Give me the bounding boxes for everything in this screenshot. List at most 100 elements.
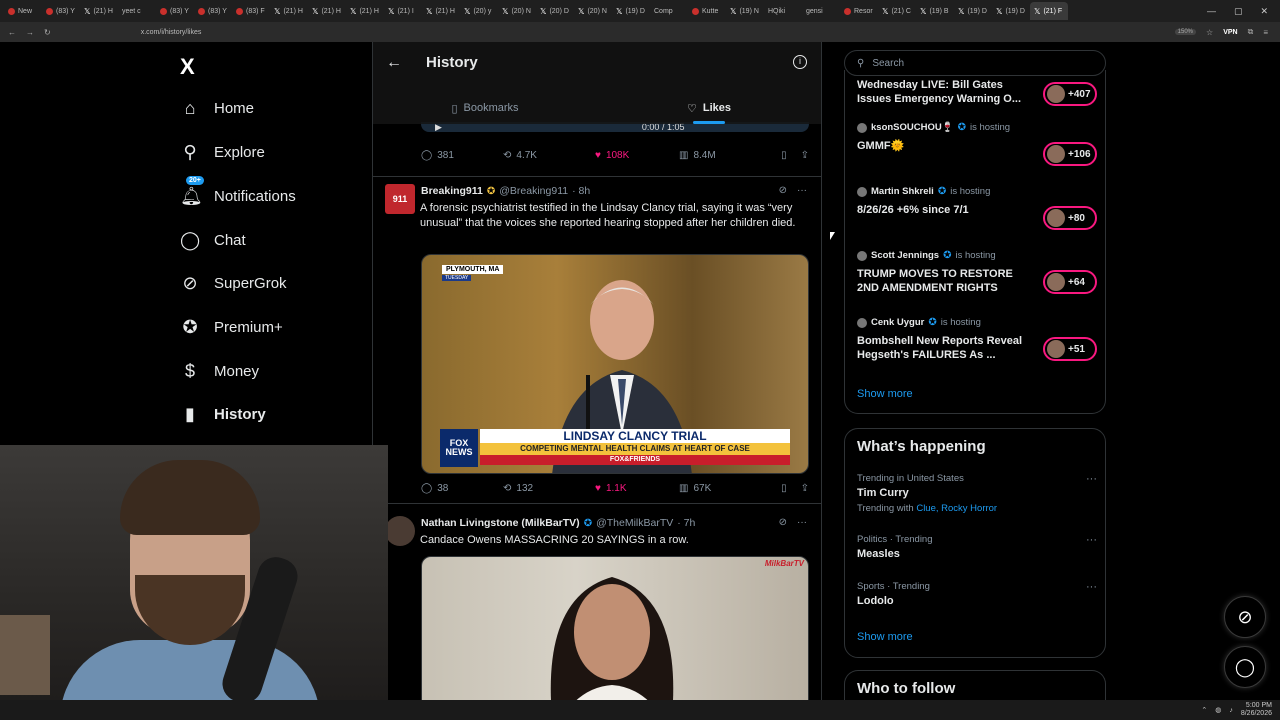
browser-tab[interactable]: 𝕏 (19) N [726,2,764,20]
bookmark-icon[interactable]: ▯ [781,483,787,494]
browser-tab[interactable]: HQiki [764,2,802,20]
url-field[interactable]: x.com/i/history/likes [141,29,202,36]
show-more-link[interactable]: Show more [857,631,913,643]
space-item[interactable]: Scott Jennings ✪ is hosting TRUMP MOVES TO… [857,250,1097,295]
nav-item-chat[interactable]: ◯ Chat [180,230,246,251]
repost-button[interactable]: ⟲ 132 [503,483,595,494]
post-image[interactable]: PLYMOUTH, MA TUESDAY FOX NEWS LINDSAY CL… [421,254,809,474]
back-icon[interactable]: ← [8,28,16,37]
reload-icon[interactable]: ↻ [44,28,51,37]
space-item[interactable]: Cenk Uygur ✪ is hosting Bombshell New Repo… [857,317,1097,362]
trend-related-links[interactable]: Clue, Rocky Horror [916,503,997,514]
like-button[interactable]: ♥ 108K [595,150,679,161]
browser-tab[interactable]: (83) Y [42,2,80,20]
menu-icon[interactable]: ≡ [1263,28,1268,37]
tray-icon[interactable]: ⌃ [1201,706,1207,714]
browser-tab[interactable]: Comp [650,2,688,20]
browser-tab[interactable]: 𝕏 (20) y [460,2,498,20]
browser-tab[interactable]: 𝕏 (19) D [612,2,650,20]
close-icon[interactable]: ✕ [1260,6,1268,17]
browser-tab[interactable]: 𝕏 (21) H [270,2,308,20]
space-listeners[interactable]: +80 [1043,206,1097,230]
browser-tab[interactable]: gensi [802,2,840,20]
nav-item-supergrok[interactable]: ⊘ SuperGrok [180,273,286,294]
space-item[interactable]: ksonSOUCHOU🍷 ✪ is hosting GMMF🌞 +106 [857,122,1097,166]
space-listeners[interactable]: +106 [1043,142,1097,166]
author-name[interactable]: Breaking911 [421,185,483,197]
trend-item[interactable]: Politics · Trending Measles ··· [857,534,1097,560]
browser-tab[interactable]: (83) F [232,2,270,20]
zoom-indicator[interactable]: 150% [1174,29,1197,35]
trend-item[interactable]: Trending in United States Tim Curry Tren… [857,473,1097,514]
show-more-link[interactable]: Show more [857,388,913,400]
space-listeners[interactable]: +64 [1043,270,1097,294]
browser-tab[interactable]: 𝕏 (19) D [992,2,1030,20]
browser-tab[interactable]: New [4,2,42,20]
network-icon[interactable]: ◍ [1215,706,1221,714]
space-item[interactable]: Wednesday LIVE: Bill Gates Issues Emerge… [857,78,1097,106]
space-listeners[interactable]: +407 [1043,82,1097,106]
maximize-icon[interactable]: ▢ [1234,6,1243,17]
browser-tab[interactable]: yeet c [118,2,156,20]
vpn-button[interactable]: VPN [1223,29,1237,36]
reply-button[interactable]: ◯ 381 [421,150,503,161]
share-icon[interactable]: ⇪ [801,483,809,494]
minimize-icon[interactable]: — [1207,6,1216,17]
nav-item-home[interactable]: ⌂ Home [180,98,254,119]
back-arrow-icon[interactable]: ← [386,54,402,72]
nav-item-explore[interactable]: ⚲ Explore [180,142,264,163]
bookmark-star-icon[interactable]: ☆ [1206,28,1213,37]
like-button[interactable]: ♥ 1.1K [595,483,679,494]
browser-tab[interactable]: Resor [840,2,878,20]
grok-button[interactable]: ⊘ [1224,596,1266,638]
avatar[interactable] [385,516,415,546]
grok-icon[interactable]: ⊘ [779,185,787,196]
browser-tab[interactable]: 𝕏 (21) C [878,2,916,20]
space-item[interactable]: Martin Shkreli ✪ is hosting 8/26/26 +6% si… [857,186,1097,230]
forward-icon[interactable]: → [26,28,34,37]
browser-tab[interactable]: (83) Y [194,2,232,20]
tab-likes[interactable]: ♡ Likes [597,94,821,124]
more-icon[interactable]: ··· [1086,473,1097,485]
browser-tab[interactable]: 𝕏 (19) D [954,2,992,20]
tab-bookmarks[interactable]: ▯ Bookmarks [373,94,597,122]
extensions-icon[interactable]: ⧉ [1248,27,1254,37]
views-button[interactable]: ▥ 67K [679,483,771,494]
space-listeners[interactable]: +51 [1043,337,1097,361]
browser-tab[interactable]: 𝕏 (21) H [422,2,460,20]
repost-button[interactable]: ⟲ 4.7K [503,150,595,161]
author-name[interactable]: Nathan Livingstone (MilkBarTV) [421,517,580,529]
browser-tab[interactable]: 𝕏 (21) I [384,2,422,20]
browser-tab[interactable]: 𝕏 (21) H [346,2,384,20]
browser-tab[interactable]: (83) Y [156,2,194,20]
more-icon[interactable]: ··· [797,517,807,528]
clock[interactable]: 5:00 PM 8/26/2026 [1241,702,1272,718]
post[interactable]: Nathan Livingstone (MilkBarTV) ✪ @TheMil… [373,503,821,702]
nav-item-history[interactable]: ▮ History [180,404,266,425]
author-handle[interactable]: @TheMilkBarTV [596,517,673,529]
author-handle[interactable]: @Breaking911 [499,185,568,197]
browser-tab[interactable]: 𝕏 (21) H [80,2,118,20]
browser-tab[interactable]: 𝕏 (20) N [574,2,612,20]
browser-tab[interactable]: 𝕏 (20) N [498,2,536,20]
browser-tab[interactable]: 𝕏 (19) B [916,2,954,20]
avatar[interactable]: 911 [385,184,415,214]
post-video[interactable]: MilkBarTV [421,556,809,702]
browser-tab-active[interactable]: 𝕏 (21) F [1030,2,1068,20]
bookmark-icon[interactable]: ▯ [781,150,787,161]
more-icon[interactable]: ··· [1086,581,1097,593]
volume-icon[interactable]: ♪ [1229,707,1233,714]
nav-item-notifications[interactable]: 🔔︎ 20+ Notifications [180,176,296,207]
post-time[interactable]: · 7h [677,517,695,529]
post[interactable]: 911 Breaking911 ✪ @Breaking911 · 8h ⊘ ··… [373,176,821,502]
more-icon[interactable]: ··· [1086,534,1097,546]
grok-icon[interactable]: ⊘ [779,517,787,528]
reply-button[interactable]: ◯ 38 [421,483,503,494]
browser-tab[interactable]: Kutte [688,2,726,20]
nav-item-premium[interactable]: ✪ Premium+ [180,317,282,338]
browser-tab[interactable]: 𝕏 (20) D [536,2,574,20]
share-icon[interactable]: ⇪ [801,150,809,161]
post-time[interactable]: · 8h [572,185,590,197]
x-logo-icon[interactable]: X [180,54,195,80]
info-icon[interactable]: i [793,55,807,69]
